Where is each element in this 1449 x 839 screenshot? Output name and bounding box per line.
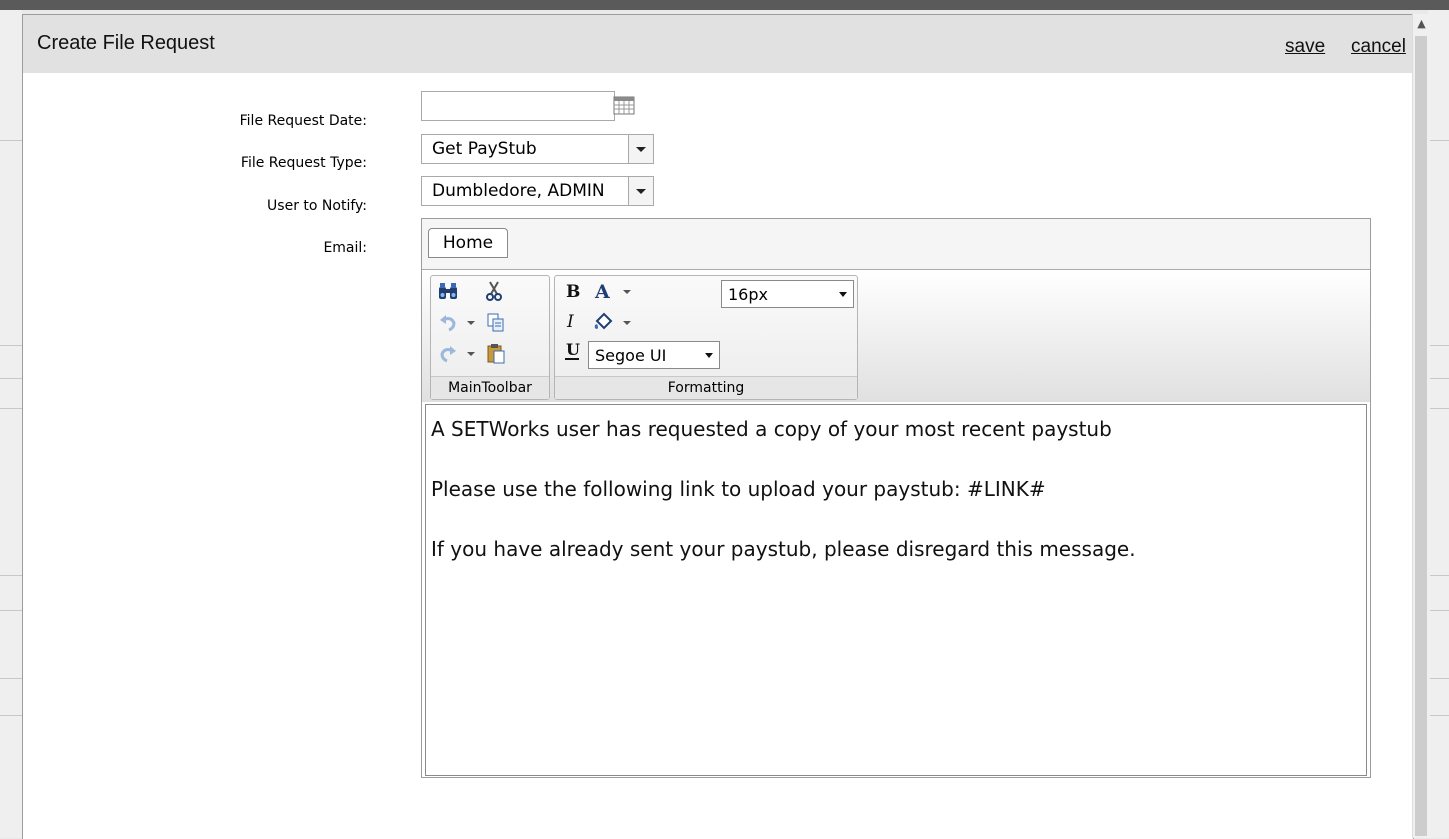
- binoculars-icon[interactable]: [437, 280, 459, 302]
- background-header: [0, 0, 1449, 10]
- dialog-scrollbar[interactable]: ▲: [1412, 14, 1430, 838]
- user-to-notify-label: User to Notify:: [267, 198, 367, 214]
- email-body-line: A SETWorks user has requested a copy of …: [431, 417, 1112, 441]
- font-size-select[interactable]: 16px: [721, 280, 854, 308]
- font-name-value: Segoe UI: [595, 346, 667, 365]
- formatting-caption: Formatting: [555, 376, 857, 399]
- scrollbar-thumb[interactable]: [1415, 36, 1427, 836]
- email-editor: Home MainToolbar B A 16px I U Segoe UI F…: [421, 218, 1371, 778]
- svg-text:B: B: [566, 282, 580, 302]
- font-name-select[interactable]: Segoe UI: [588, 341, 720, 369]
- tab-home[interactable]: Home: [428, 228, 508, 258]
- file-request-type-dropdown[interactable]: Get PayStub: [421, 134, 654, 164]
- user-to-notify-dropdown[interactable]: Dumbledore, ADMIN: [421, 176, 654, 206]
- undo-icon[interactable]: [437, 311, 459, 333]
- calendar-icon[interactable]: [613, 95, 635, 115]
- email-body-line: Please use the following link to upload …: [431, 477, 1046, 501]
- file-request-date-label: File Request Date:: [239, 113, 367, 129]
- chevron-down-icon[interactable]: [628, 135, 653, 163]
- email-body-line: If you have already sent your paystub, p…: [431, 537, 1136, 561]
- undo-dropdown-chevron-icon[interactable]: [467, 321, 475, 325]
- main-toolbar-group: MainToolbar: [430, 275, 550, 400]
- chevron-down-icon[interactable]: [628, 177, 653, 205]
- svg-text:A: A: [594, 281, 610, 302]
- user-to-notify-value: Dumbledore, ADMIN: [432, 181, 605, 201]
- font-color-chevron-icon[interactable]: [623, 290, 631, 294]
- file-request-type-value: Get PayStub: [432, 139, 537, 159]
- svg-text:U: U: [566, 340, 580, 359]
- background-right-edge: [1428, 10, 1449, 838]
- dialog-titlebar: Create File Request save cancel: [23, 15, 1413, 73]
- save-link[interactable]: save: [1285, 36, 1325, 58]
- create-file-request-dialog: Create File Request save cancel File Req…: [22, 14, 1414, 839]
- email-label: Email:: [323, 240, 367, 256]
- file-request-type-label: File Request Type:: [240, 155, 367, 171]
- font-size-value: 16px: [728, 285, 768, 304]
- redo-icon[interactable]: [437, 342, 459, 364]
- formatting-group: B A 16px I U Segoe UI Formatting: [554, 275, 858, 400]
- copy-icon[interactable]: [485, 311, 507, 333]
- ribbon-tabstrip: Home: [422, 219, 1370, 270]
- cancel-link[interactable]: cancel: [1351, 36, 1406, 58]
- background-left-edge: [0, 10, 22, 838]
- italic-icon[interactable]: I: [562, 310, 584, 332]
- email-body-content[interactable]: A SETWorks user has requested a copy of …: [425, 404, 1367, 776]
- scroll-up-arrow-icon[interactable]: ▲: [1413, 14, 1430, 34]
- bold-icon[interactable]: B: [562, 280, 584, 302]
- paste-icon[interactable]: [485, 342, 507, 364]
- font-color-icon[interactable]: A: [592, 280, 614, 302]
- underline-icon[interactable]: U: [562, 340, 584, 362]
- highlight-color-chevron-icon[interactable]: [623, 321, 631, 325]
- scissors-icon[interactable]: [483, 280, 505, 302]
- main-toolbar-caption: MainToolbar: [431, 376, 549, 399]
- dialog-title: Create File Request: [37, 32, 215, 54]
- svg-text:I: I: [566, 312, 574, 332]
- highlight-color-icon[interactable]: [592, 311, 614, 333]
- redo-dropdown-chevron-icon[interactable]: [467, 352, 475, 356]
- ribbon: MainToolbar B A 16px I U Segoe UI Format…: [422, 270, 1370, 402]
- file-request-date-input[interactable]: [421, 91, 615, 121]
